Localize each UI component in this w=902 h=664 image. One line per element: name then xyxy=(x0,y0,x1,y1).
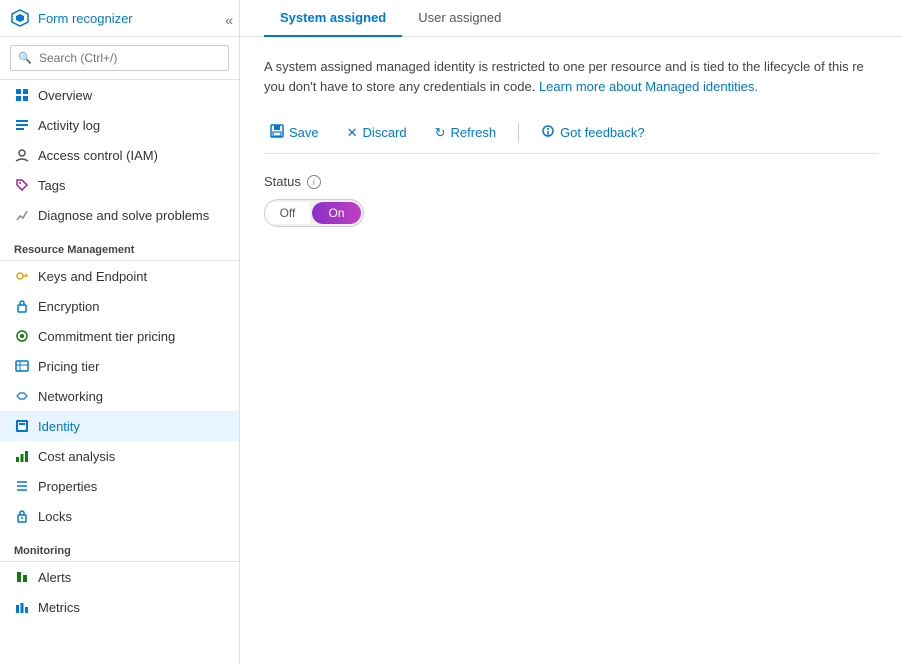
networking-label: Networking xyxy=(38,389,103,404)
status-section: Status i Off On xyxy=(264,174,878,227)
refresh-icon: ↻ xyxy=(435,125,446,141)
feedback-icon xyxy=(541,124,555,141)
resource-management-section: Resource Management xyxy=(0,234,239,261)
save-icon xyxy=(270,124,284,141)
toggle-off-button[interactable]: Off xyxy=(265,202,310,224)
sidebar-item-activity-log[interactable]: Activity log xyxy=(0,110,239,140)
tab-user-assigned[interactable]: User assigned xyxy=(402,0,517,37)
cost-analysis-label: Cost analysis xyxy=(38,449,115,464)
sidebar-item-pricing-tier[interactable]: Pricing tier xyxy=(0,351,239,381)
networking-icon xyxy=(14,388,30,404)
sidebar-item-properties[interactable]: Properties xyxy=(0,471,239,501)
metrics-label: Metrics xyxy=(38,600,80,615)
sidebar-item-locks[interactable]: Locks xyxy=(0,501,239,531)
alerts-label: Alerts xyxy=(38,570,71,585)
sidebar-item-networking[interactable]: Networking xyxy=(0,381,239,411)
discard-button[interactable]: ✕ Discard xyxy=(341,121,413,145)
sidebar-item-metrics[interactable]: Metrics xyxy=(0,592,239,622)
tags-icon xyxy=(14,177,30,193)
overview-label: Overview xyxy=(38,88,92,103)
toggle-container: Off On xyxy=(264,199,364,227)
app-title: Form recognizer xyxy=(38,11,133,26)
tab-system-assigned[interactable]: System assigned xyxy=(264,0,402,37)
collapse-sidebar-button[interactable]: « xyxy=(219,8,239,32)
sidebar-item-diagnose[interactable]: Diagnose and solve problems xyxy=(0,200,239,230)
commitment-tier-icon xyxy=(14,328,30,344)
tabs-container: System assigned User assigned xyxy=(240,0,902,37)
properties-icon xyxy=(14,478,30,494)
sidebar-item-access-control[interactable]: Access control (IAM) xyxy=(0,140,239,170)
save-label: Save xyxy=(289,125,319,140)
access-control-icon xyxy=(14,147,30,163)
refresh-button[interactable]: ↻ Refresh xyxy=(429,121,502,145)
commitment-tier-label: Commitment tier pricing xyxy=(38,329,175,344)
sidebar-item-identity[interactable]: Identity xyxy=(0,411,239,441)
discard-icon: ✕ xyxy=(347,125,358,141)
status-info-icon[interactable]: i xyxy=(307,175,321,189)
status-text: Status xyxy=(264,174,301,189)
search-input[interactable] xyxy=(10,45,229,71)
overview-icon xyxy=(14,87,30,103)
activity-log-icon xyxy=(14,117,30,133)
feedback-button[interactable]: Got feedback? xyxy=(535,120,651,145)
feedback-label: Got feedback? xyxy=(560,125,645,140)
toolbar: Save ✕ Discard ↻ Refresh Got feedback? xyxy=(264,112,878,154)
sidebar-item-encryption[interactable]: Encryption xyxy=(0,291,239,321)
search-icon: 🔍 xyxy=(18,52,32,65)
keys-endpoint-label: Keys and Endpoint xyxy=(38,269,147,284)
save-button[interactable]: Save xyxy=(264,120,325,145)
monitoring-section: Monitoring xyxy=(0,535,239,562)
encryption-label: Encryption xyxy=(38,299,99,314)
locks-label: Locks xyxy=(38,509,72,524)
learn-more-link[interactable]: Learn more about Managed identities. xyxy=(539,79,758,94)
alerts-icon xyxy=(14,569,30,585)
sidebar-item-tags[interactable]: Tags xyxy=(0,170,239,200)
sidebar-item-commitment-tier[interactable]: Commitment tier pricing xyxy=(0,321,239,351)
keys-endpoint-icon xyxy=(14,268,30,284)
tags-label: Tags xyxy=(38,178,65,193)
pricing-tier-label: Pricing tier xyxy=(38,359,99,374)
encryption-icon xyxy=(14,298,30,314)
sidebar: Form recognizer 🔍 « Overview Activity lo… xyxy=(0,0,240,664)
refresh-label: Refresh xyxy=(451,125,497,140)
main-content: System assigned User assigned A system a… xyxy=(240,0,902,664)
properties-label: Properties xyxy=(38,479,97,494)
metrics-icon xyxy=(14,599,30,615)
content-body: A system assigned managed identity is re… xyxy=(240,37,902,247)
sidebar-item-alerts[interactable]: Alerts xyxy=(0,562,239,592)
app-icon xyxy=(10,8,30,28)
cost-analysis-icon xyxy=(14,448,30,464)
pricing-tier-icon xyxy=(14,358,30,374)
discard-label: Discard xyxy=(363,125,407,140)
diagnose-label: Diagnose and solve problems xyxy=(38,208,209,223)
toggle-on-button[interactable]: On xyxy=(312,202,361,224)
sidebar-item-overview[interactable]: Overview xyxy=(0,80,239,110)
toolbar-separator xyxy=(518,123,519,143)
diagnose-icon xyxy=(14,207,30,223)
sidebar-item-keys-endpoint[interactable]: Keys and Endpoint xyxy=(0,261,239,291)
identity-label: Identity xyxy=(38,419,80,434)
sidebar-item-cost-analysis[interactable]: Cost analysis xyxy=(0,441,239,471)
locks-icon xyxy=(14,508,30,524)
activity-log-label: Activity log xyxy=(38,118,100,133)
description-text: A system assigned managed identity is re… xyxy=(264,57,864,96)
sidebar-search-container: 🔍 xyxy=(0,37,239,80)
access-control-label: Access control (IAM) xyxy=(38,148,158,163)
identity-icon xyxy=(14,418,30,434)
status-label-container: Status i xyxy=(264,174,878,189)
